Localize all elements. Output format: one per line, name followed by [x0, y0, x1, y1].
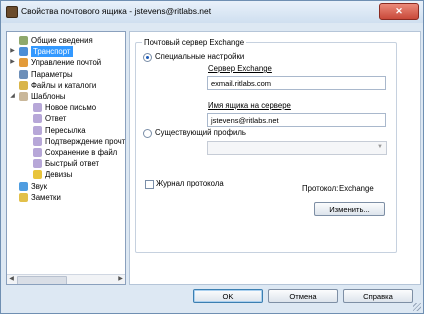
- profile-dropdown[interactable]: ▼: [207, 141, 387, 155]
- mail-management-icon: [19, 58, 28, 68]
- transport-icon: [19, 47, 28, 57]
- mailbox-field[interactable]: jstevens@ritlabs.net: [207, 113, 386, 127]
- tree-item-label: Ответ: [45, 114, 67, 124]
- scroll-left-arrow[interactable]: ◀: [7, 275, 16, 284]
- tree-item-mail-management[interactable]: ▶ Управление почтой: [7, 57, 125, 68]
- tree-expander: [23, 102, 30, 113]
- tree-expander: [23, 136, 30, 147]
- tree-expander: [9, 69, 16, 80]
- tree-item-label: Общие сведения: [31, 36, 93, 45]
- tree-item-label: Девизы: [45, 170, 73, 180]
- read-receipt-icon: [33, 136, 42, 146]
- tree-item-files-folders[interactable]: Файлы и каталоги: [7, 80, 125, 91]
- tree-item-forward[interactable]: Пересылка: [7, 125, 125, 136]
- mailbox-properties-window: Свойства почтового ящика - jstevens@ritl…: [0, 0, 424, 314]
- tree-expander: [23, 169, 30, 180]
- scroll-right-arrow[interactable]: ▶: [116, 275, 125, 284]
- protocol-label: Протокол:: [302, 184, 339, 193]
- tree-expander: [23, 147, 30, 158]
- tree-expander[interactable]: ▶: [9, 57, 16, 68]
- tree-item-label: Параметры: [31, 69, 73, 79]
- tree-item-new-letter[interactable]: Новое письмо: [7, 102, 125, 113]
- title-bar: Свойства почтового ящика - jstevens@ritl…: [1, 1, 423, 23]
- tree-expander: [9, 35, 16, 46]
- tree-expander: [9, 80, 16, 91]
- special-settings-label: Специальные настройки: [155, 52, 245, 61]
- server-field[interactable]: exmail.ritlabs.com: [207, 76, 386, 90]
- quick-reply-icon: [33, 159, 42, 169]
- settings-tree: Заметки Звук Девизы Быстрый ответ Сохранение…: [6, 31, 126, 285]
- tree-horizontal-scrollbar[interactable]: ◀ ▶: [7, 274, 125, 284]
- tree-item-label: Транспорт: [31, 46, 73, 58]
- existing-profile-radio[interactable]: [143, 129, 152, 138]
- cancel-button[interactable]: Отмена: [268, 289, 338, 303]
- tree-expander: [23, 113, 30, 124]
- tree-expander: [9, 181, 16, 192]
- server-label: Сервер Exchange: [208, 64, 272, 73]
- save-to-file-icon: [33, 148, 42, 157]
- tree-item-label: Звук: [31, 181, 47, 191]
- reply-icon: [33, 114, 42, 124]
- tree-expander: [9, 192, 16, 203]
- window-title: Свойства почтового ящика - jstevens@ritl…: [21, 6, 212, 16]
- tree-item-save-to-file[interactable]: Сохранение в файл: [7, 147, 125, 158]
- tree-item-read-receipt[interactable]: Подтверждение прочтения: [7, 136, 125, 147]
- protocol-log-label: Журнал протокола: [156, 179, 224, 188]
- change-button[interactable]: Изменить...: [314, 202, 385, 216]
- chevron-down-icon: ▼: [377, 144, 383, 150]
- tree-item-label: Пересылка: [45, 125, 86, 135]
- mailbox-label: Имя ящика на сервере: [208, 101, 291, 110]
- exchange-groupbox: Почтовый сервер Exchange Специальные нас…: [135, 38, 397, 253]
- sound-icon: [19, 181, 28, 191]
- general-icon: [19, 36, 28, 45]
- tree-item-label: Сохранение в файл: [45, 148, 118, 157]
- parameters-icon: [19, 69, 28, 79]
- app-icon: [6, 6, 18, 18]
- tree-expander[interactable]: ◢: [9, 91, 16, 102]
- tree-item-parameters[interactable]: Параметры: [7, 69, 125, 80]
- files-folders-icon: [19, 80, 28, 90]
- tree-item-label: Новое письмо: [45, 103, 97, 113]
- tree-item-label: Подтверждение прочтения: [45, 136, 126, 146]
- tree-item-label: Быстрый ответ: [45, 159, 100, 169]
- tree-item-quick-reply[interactable]: Быстрый ответ: [7, 158, 125, 169]
- notes-icon: [19, 192, 28, 202]
- protocol-log-checkbox[interactable]: [145, 180, 154, 189]
- tree-item-transport[interactable]: ▶ Транспорт: [7, 46, 125, 58]
- tree-item-general[interactable]: Общие сведения: [7, 35, 125, 46]
- templates-icon: [19, 92, 28, 101]
- protocol-value: Exchange: [339, 184, 374, 193]
- existing-profile-label: Существующий профиль: [155, 128, 246, 137]
- groupbox-title: Почтовый сервер Exchange: [142, 38, 247, 47]
- close-button[interactable]: ✕: [379, 3, 419, 20]
- tree-expander: [23, 158, 30, 169]
- scroll-thumb[interactable]: [17, 276, 67, 284]
- ok-button[interactable]: OK: [193, 289, 263, 303]
- tree-expander[interactable]: ▶: [9, 46, 16, 57]
- mottos-icon: [33, 170, 42, 180]
- tree-item-templates[interactable]: ◢ Шаблоны: [7, 91, 125, 102]
- new-letter-icon: [33, 103, 42, 113]
- tree-item-label: Заметки: [31, 192, 61, 202]
- settings-panel: Почтовый сервер Exchange Специальные нас…: [129, 31, 421, 285]
- help-button[interactable]: Справка: [343, 289, 413, 303]
- special-settings-radio[interactable]: [143, 53, 152, 62]
- tree-item-reply[interactable]: Ответ: [7, 113, 125, 124]
- resize-grip[interactable]: [413, 303, 421, 311]
- tree-item-label: Шаблоны: [31, 92, 66, 101]
- tree-item-mottos[interactable]: Девизы: [7, 169, 125, 180]
- tree-item-sound[interactable]: Звук: [7, 181, 125, 192]
- tree-item-label: Файлы и каталоги: [31, 80, 97, 90]
- forward-icon: [33, 125, 42, 135]
- tree-expander: [23, 125, 30, 136]
- tree-item-label: Управление почтой: [31, 58, 102, 68]
- tree-item-notes[interactable]: Заметки: [7, 192, 125, 203]
